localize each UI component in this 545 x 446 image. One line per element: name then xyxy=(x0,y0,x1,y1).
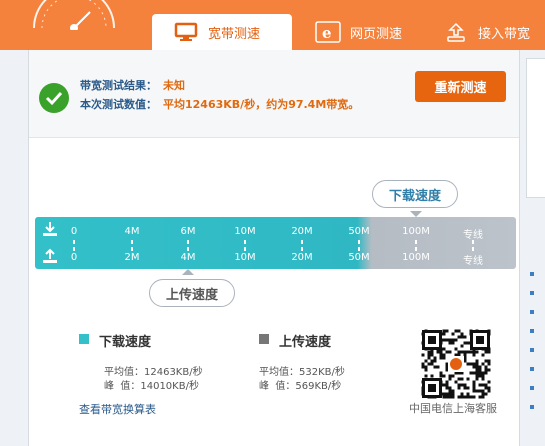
upload-tick-mark xyxy=(187,247,189,251)
download-tick-label: 专线 xyxy=(463,230,483,241)
upload-tick-label: 0 xyxy=(70,252,78,263)
result-value: 未知 xyxy=(163,79,185,92)
svg-text:e: e xyxy=(322,24,332,42)
list-bullet xyxy=(530,272,534,276)
upload-icon xyxy=(442,21,470,43)
upload-tick-label: 2M xyxy=(124,252,140,263)
download-tick-mark xyxy=(358,240,360,244)
download-tick-mark xyxy=(415,240,417,244)
measurement-line: 本次测试数值： 平均12463KB/秒，约为97.4M带宽。 xyxy=(80,96,359,112)
download-tick-mark xyxy=(301,240,303,244)
bandwidth-table-link[interactable]: 查看带宽换算表 xyxy=(79,401,156,417)
list-bullet xyxy=(530,329,534,333)
download-speed-bubble: 下载速度 xyxy=(372,180,458,208)
upload-peak-label: 峰 值： xyxy=(259,381,296,392)
upload-tick-label: 4M xyxy=(180,252,196,263)
upload-tick-mark xyxy=(244,247,246,251)
list-bullet xyxy=(530,348,534,352)
list-bullet xyxy=(530,367,534,371)
top-bar: 宽带测速 e 网页测速 接入带宽 xyxy=(0,0,545,50)
upload-tick-label: 50M xyxy=(348,252,370,263)
upload-tick-mark xyxy=(73,247,75,251)
upload-icon xyxy=(43,248,57,263)
upload-tick-label: 专线 xyxy=(463,256,483,267)
upload-tick-mark xyxy=(301,247,303,251)
upload-speed-bubble: 上传速度 xyxy=(149,279,235,307)
download-tick-label: 100M xyxy=(402,226,430,237)
upload-tick-mark xyxy=(358,247,360,251)
tab-label: 宽带测速 xyxy=(208,26,261,42)
result-line: 带宽测试结果： 未知 xyxy=(80,77,185,93)
monitor-icon xyxy=(172,21,200,43)
download-tick-mark xyxy=(244,240,246,244)
qr-caption: 中国电信上海客服 xyxy=(409,402,497,415)
check-icon xyxy=(39,83,69,113)
download-pointer xyxy=(410,211,422,217)
list-bullet xyxy=(530,405,534,409)
download-legend-marker xyxy=(79,334,89,344)
result-label: 带宽测试结果： xyxy=(80,79,157,92)
download-peak: 峰 值：14010KB/秒 xyxy=(104,377,199,392)
download-peak-label: 峰 值： xyxy=(104,381,141,392)
download-avg: 平均值：12463KB/秒 xyxy=(104,363,203,378)
download-tick-mark xyxy=(472,240,474,244)
speed-scale: 0 4M 6M 10M 20M 50M 100M 专线 0 2M 4M 10M 20M 50M 100M 专… xyxy=(35,211,516,275)
list-bullet xyxy=(530,310,534,314)
download-tick-mark xyxy=(73,240,75,244)
download-tick-label: 4M xyxy=(124,226,140,237)
list-bullet xyxy=(530,291,534,295)
download-tick-mark xyxy=(187,240,189,244)
speedometer-logo xyxy=(33,0,115,30)
upload-avg: 平均值：532KB/秒 xyxy=(259,363,345,378)
measurement-value: 平均12463KB/秒，约为97.4M带宽。 xyxy=(163,98,360,111)
ie-icon: e xyxy=(314,21,342,43)
upload-tick-mark xyxy=(131,247,133,251)
list-bullet xyxy=(530,386,534,390)
side-card xyxy=(526,58,545,198)
download-tick-label: 20M xyxy=(291,226,313,237)
download-icon xyxy=(43,222,57,236)
download-tick-label: 10M xyxy=(234,226,256,237)
tab-label: 接入带宽 xyxy=(478,26,531,42)
download-tick-mark xyxy=(131,240,133,244)
tab-broadband-test[interactable]: 宽带测速 xyxy=(152,14,292,50)
upload-tick-label: 100M xyxy=(402,252,430,263)
measurement-label: 本次测试数值： xyxy=(80,98,157,111)
retest-button[interactable]: 重新测速 xyxy=(415,71,506,102)
upload-pointer xyxy=(182,269,194,275)
qr-code xyxy=(421,329,491,399)
right-sidebar xyxy=(520,50,545,446)
upload-tick-mark xyxy=(415,247,417,251)
upload-peak-value: 569KB/秒 xyxy=(295,381,342,392)
upload-tick-label: 10M xyxy=(234,252,256,263)
upload-tick-label: 20M xyxy=(291,252,313,263)
download-tick-label: 0 xyxy=(70,226,78,237)
download-peak-value: 14010KB/秒 xyxy=(140,381,199,392)
tab-web-test[interactable]: e 网页测速 xyxy=(310,14,440,50)
tab-label: 网页测速 xyxy=(350,26,403,42)
download-tick-label: 50M xyxy=(348,226,370,237)
upload-legend-marker xyxy=(259,334,269,344)
main-panel: 带宽测试结果： 未知 本次测试数值： 平均12463KB/秒，约为97.4M带宽。 … xyxy=(28,50,520,446)
upload-peak: 峰 值：569KB/秒 xyxy=(259,377,341,392)
tab-access-bandwidth[interactable]: 接入带宽 xyxy=(438,14,545,50)
upload-legend-title: 上传速度 xyxy=(279,335,332,350)
result-section: 带宽测试结果： 未知 本次测试数值： 平均12463KB/秒，约为97.4M带宽。 … xyxy=(29,50,519,138)
download-tick-label: 6M xyxy=(180,226,196,237)
upload-tick-mark xyxy=(472,247,474,251)
download-legend-title: 下载速度 xyxy=(99,335,152,350)
